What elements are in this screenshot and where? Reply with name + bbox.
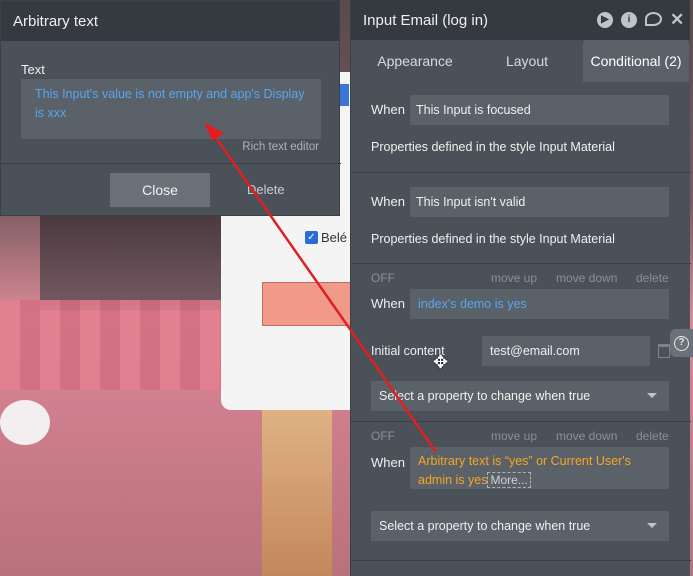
help-icon: ? xyxy=(674,335,689,351)
condition-3-when-label: When xyxy=(371,296,405,311)
arbitrary-text-input[interactable]: This Input's value is not empty and app'… xyxy=(21,79,321,139)
condition-2-properties: Properties defined in the style Input Ma… xyxy=(371,232,615,246)
play-icon[interactable]: ▶ xyxy=(597,12,613,28)
popup-divider xyxy=(1,163,341,164)
info-icon[interactable]: i xyxy=(621,12,637,28)
move-cursor-icon: ✥ xyxy=(433,352,449,372)
condition-divider xyxy=(351,560,691,561)
arbitrary-text-popup: Arbitrary text Text This Input's value i… xyxy=(0,0,341,216)
condition-4-expression[interactable]: Arbitrary text is “yes” or Current User'… xyxy=(410,447,669,489)
close-icon[interactable]: ✕ xyxy=(670,11,684,28)
condition-4-move-down[interactable]: move down xyxy=(556,429,617,443)
condition-divider xyxy=(351,172,691,173)
condition-2-when-label: When xyxy=(371,194,405,209)
popup-header[interactable]: Arbitrary text xyxy=(1,1,339,41)
chevron-down-icon xyxy=(647,393,657,398)
condition-4-select-placeholder: Select a property to change when true xyxy=(379,519,591,533)
text-field-label: Text xyxy=(21,62,45,77)
condition-3-select-placeholder: Select a property to change when true xyxy=(379,389,591,403)
rich-text-editor-link[interactable]: Rich text editor xyxy=(242,141,319,153)
background-machine xyxy=(40,200,240,310)
background-white-object xyxy=(0,400,50,445)
condition-1-when-label: When xyxy=(371,102,405,117)
condition-2-expression-text: This Input isn't valid xyxy=(416,195,526,209)
condition-3-off-toggle[interactable]: OFF xyxy=(371,271,395,285)
condition-4-off-toggle[interactable]: OFF xyxy=(371,429,395,443)
close-button[interactable]: Close xyxy=(110,173,210,207)
condition-1-expression[interactable]: This Input is focused xyxy=(410,95,669,125)
delete-button[interactable]: Delete xyxy=(247,182,285,197)
checkbox-row[interactable]: ✓ Belé xyxy=(305,230,347,245)
help-tab[interactable]: ? xyxy=(670,329,693,357)
condition-3-move-up[interactable]: move up xyxy=(491,271,537,285)
trash-icon[interactable] xyxy=(658,344,670,358)
comment-icon[interactable] xyxy=(645,12,662,26)
condition-3-move-down[interactable]: move down xyxy=(556,271,617,285)
condition-4-when-label: When xyxy=(371,455,405,470)
checkbox-label: Belé xyxy=(321,230,348,245)
condition-4-property-select[interactable]: Select a property to change when true xyxy=(371,511,669,541)
condition-3-expression[interactable]: index's demo is yes xyxy=(410,289,669,319)
background-pink-fabric xyxy=(0,300,230,390)
tab-layout[interactable]: Layout xyxy=(479,40,575,82)
initial-content-input[interactable]: test@email.com xyxy=(482,336,650,366)
editor-header-icons: ▶ i ✕ xyxy=(597,11,684,28)
condition-4-expression-line1: Arbitrary text is “yes” or Current User'… xyxy=(418,454,631,468)
condition-divider xyxy=(351,263,691,264)
blue-input-edge xyxy=(339,84,349,106)
tab-appearance[interactable]: Appearance xyxy=(351,40,479,82)
condition-4-delete[interactable]: delete xyxy=(636,429,669,443)
condition-3-delete[interactable]: delete xyxy=(636,271,669,285)
condition-1-properties: Properties defined in the style Input Ma… xyxy=(371,140,615,154)
condition-4-move-up[interactable]: move up xyxy=(491,429,537,443)
condition-4-expression-line2: admin is yes xyxy=(418,473,488,487)
editor-title: Input Email (log in) xyxy=(363,11,489,29)
popup-title: Arbitrary text xyxy=(13,12,99,30)
tab-conditional[interactable]: Conditional (2) xyxy=(583,40,689,82)
condition-3-property-select[interactable]: Select a property to change when true xyxy=(371,381,669,411)
condition-divider xyxy=(351,421,691,422)
chevron-down-icon xyxy=(647,523,657,528)
editor-header[interactable]: Input Email (log in) ▶ i ✕ xyxy=(351,0,690,40)
condition-3-expression-text: index's demo is yes xyxy=(418,297,527,311)
property-editor-panel: Input Email (log in) ▶ i ✕ Appearance La… xyxy=(350,0,691,576)
more-button[interactable]: More... xyxy=(487,472,531,488)
salmon-button-element[interactable] xyxy=(262,282,362,326)
condition-1-expression-text: This Input is focused xyxy=(416,103,531,117)
checkbox-checked-icon[interactable]: ✓ xyxy=(305,231,318,244)
editor-tabs: Appearance Layout Conditional (2) xyxy=(351,40,691,82)
condition-2-expression[interactable]: This Input isn't valid xyxy=(410,187,669,217)
